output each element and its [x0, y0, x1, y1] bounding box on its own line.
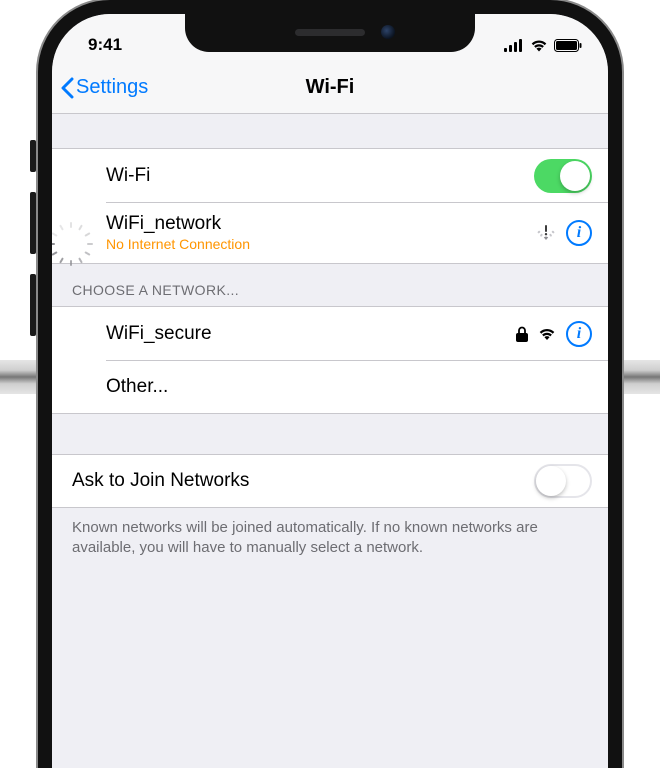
- wifi-toggle-label: Wi-Fi: [106, 165, 150, 187]
- ask-to-join-footer: Known networks will be joined automatica…: [52, 508, 608, 567]
- back-button[interactable]: Settings: [60, 62, 148, 113]
- navigation-bar: Settings Wi-Fi: [52, 62, 608, 114]
- info-button[interactable]: i: [566, 321, 592, 347]
- phone-frame: 9:41: [38, 0, 622, 768]
- ask-to-join-row: Ask to Join Networks: [52, 454, 608, 508]
- network-name: WiFi_secure: [106, 323, 212, 345]
- cellular-icon: [504, 39, 524, 52]
- device-notch: [185, 14, 475, 52]
- battery-icon: [554, 39, 582, 52]
- other-network-row[interactable]: Other...: [52, 360, 608, 414]
- wifi-status-icon: [530, 39, 548, 52]
- network-row[interactable]: WiFi_secure i: [52, 306, 608, 360]
- wifi-signal-icon: [538, 327, 556, 341]
- current-network-name: WiFi_network: [106, 213, 250, 235]
- spinner-icon: [59, 222, 81, 244]
- wifi-warning-icon: [536, 225, 556, 241]
- current-network-row[interactable]: WiFi_network No Internet Connection i: [52, 202, 608, 264]
- chevron-left-icon: [60, 77, 74, 99]
- current-network-status: No Internet Connection: [106, 236, 250, 252]
- lock-icon: [516, 326, 528, 342]
- back-label: Settings: [76, 76, 148, 99]
- status-time: 9:41: [88, 35, 122, 55]
- info-button[interactable]: i: [566, 220, 592, 246]
- wifi-toggle[interactable]: [534, 159, 592, 193]
- choose-network-header: CHOOSE A NETWORK...: [52, 264, 608, 306]
- other-label: Other...: [106, 376, 168, 398]
- ask-to-join-label: Ask to Join Networks: [72, 470, 249, 492]
- wifi-toggle-row: Wi-Fi: [52, 148, 608, 202]
- ask-to-join-toggle[interactable]: [534, 464, 592, 498]
